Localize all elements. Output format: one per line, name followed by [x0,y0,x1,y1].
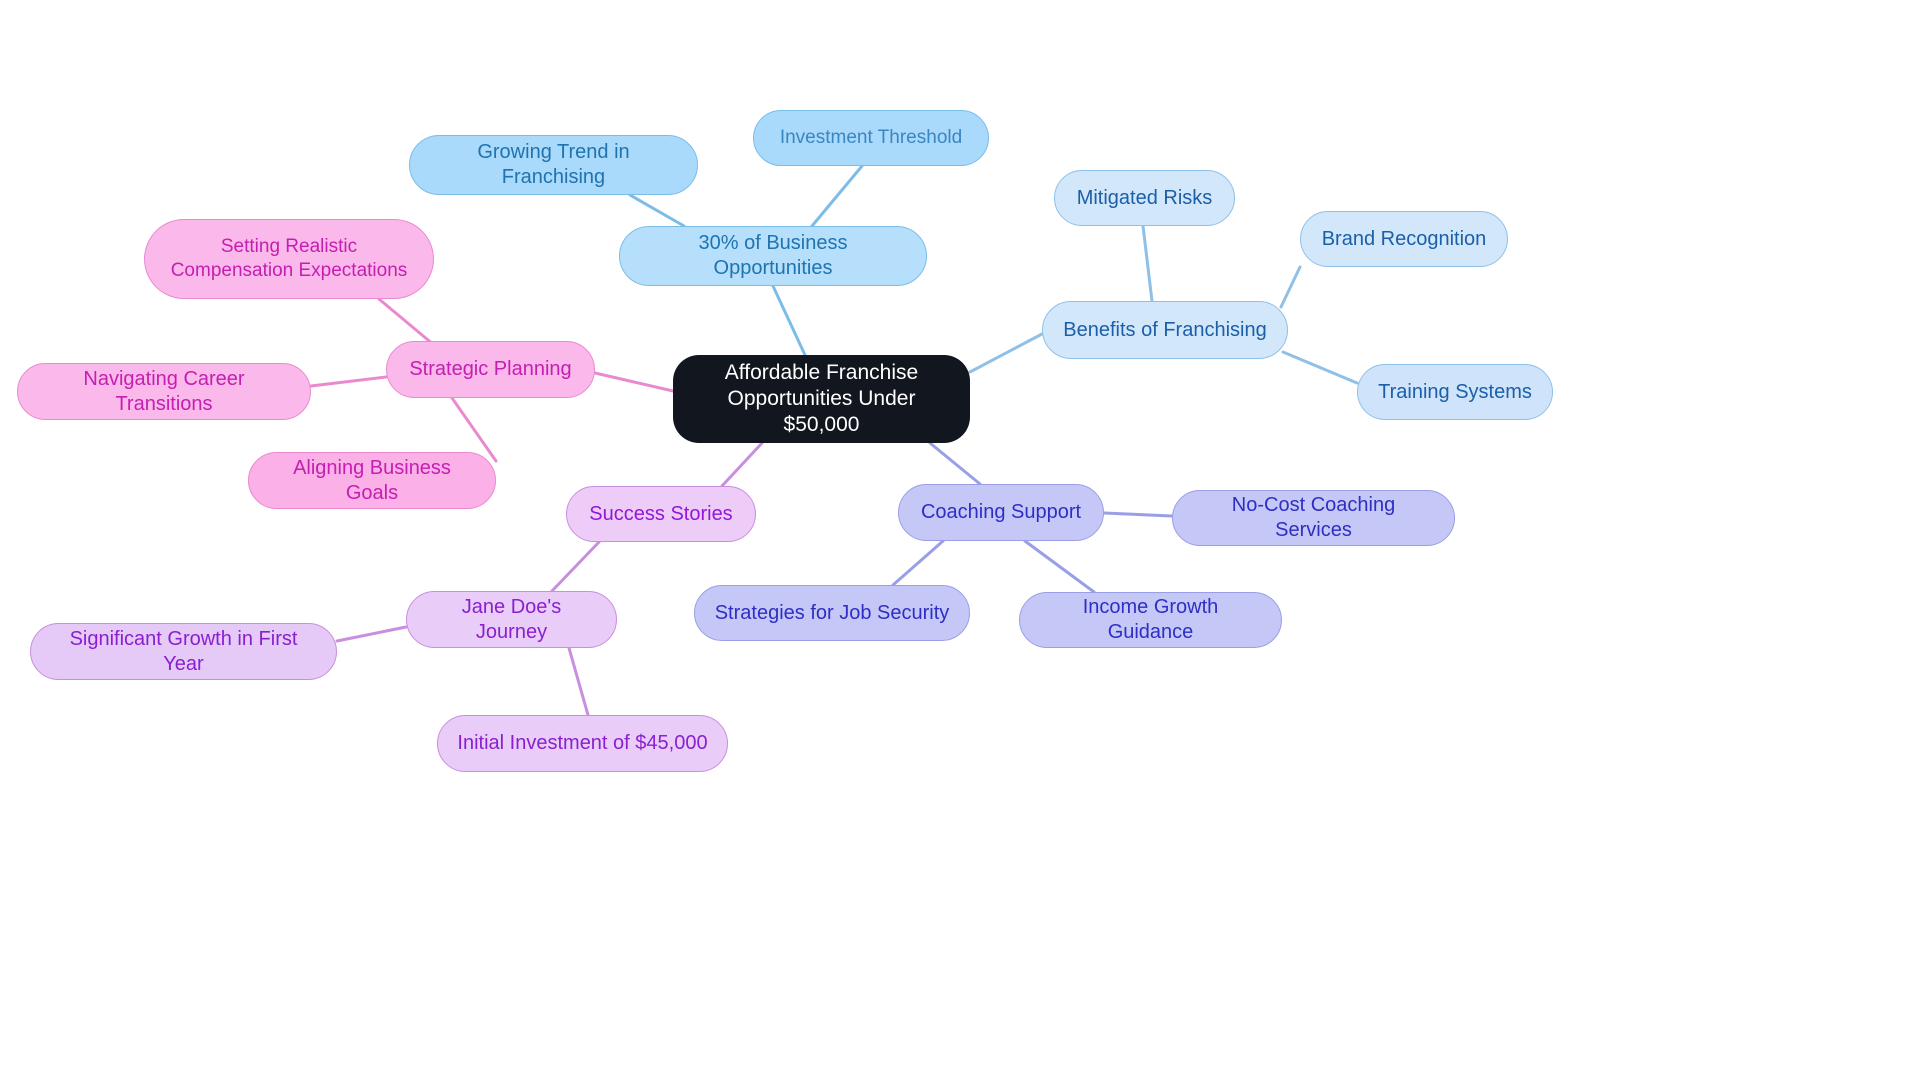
mindmap-node-success-stories[interactable]: Success Stories [566,486,756,542]
mindmap-node-label: Growing Trend in Franchising [477,141,630,188]
mindmap-edge-jane-doe-to-significant-growth [335,625,408,643]
mindmap-edge-benefits-to-mitigated-risks [1141,224,1154,303]
mindmap-node-label: Navigating Career Transitions [83,367,245,415]
mindmap-node-label: Coaching Support [920,501,1082,523]
mindmap-edge-coaching-support-to-no-cost-coaching [1102,511,1174,518]
mindmap-canvas: 30% of Business Opportunities Growing Tre… [0,0,1920,1083]
mindmap-node-jane-doe[interactable]: Jane Doe's Journey [406,591,617,648]
mindmap-edge-strategic-planning-to-career-transitions [309,375,388,388]
mindmap-node-label: Benefits of Franchising [1063,318,1267,341]
mindmap-node-investment-threshold[interactable]: Investment Threshold [753,110,989,166]
mindmap-node-label: Strategic Planning [409,358,572,380]
mindmap-node-label: Affordable Franchise Opportunities Under… [724,360,919,437]
mindmap-node-job-security[interactable]: Strategies for Job Security [694,585,970,641]
mindmap-node-significant-growth[interactable]: Significant Growth in First Year [30,623,337,680]
mindmap-edge-coaching-support-to-job-security [891,539,945,587]
mindmap-edge-root-to-success-stories [720,441,764,488]
mindmap-node-strategic-planning[interactable]: Strategic Planning [386,341,595,398]
mindmap-node-no-cost-coaching[interactable]: No-Cost Coaching Services [1172,490,1455,546]
mindmap-node-benefits[interactable]: Benefits of Franchising [1042,301,1288,359]
mindmap-node-root[interactable]: Affordable Franchise Opportunities Under… [673,355,970,443]
mindmap-edge-coaching-support-to-income-growth [1023,539,1096,594]
mindmap-node-label: Brand Recognition [1321,227,1487,250]
mindmap-node-training-systems[interactable]: Training Systems [1357,364,1553,420]
mindmap-node-growing-trend[interactable]: Growing Trend in Franchising [409,135,698,195]
mindmap-node-label: Initial Investment of $45,000 [457,732,708,754]
mindmap-node-brand-recognition[interactable]: Brand Recognition [1300,211,1508,267]
mindmap-node-career-transitions[interactable]: Navigating Career Transitions [17,363,311,420]
mindmap-node-initial-investment[interactable]: Initial Investment of $45,000 [437,715,728,772]
mindmap-edge-benefits-to-training-systems [1281,350,1359,385]
mindmap-node-coaching-support[interactable]: Coaching Support [898,484,1104,541]
mindmap-edge-benefits-to-brand-recognition [1279,265,1302,309]
mindmap-edge-strategic-planning-to-compensation-expectations [377,297,436,347]
mindmap-node-label: Strategies for Job Security [714,601,950,624]
mindmap-node-label: Jane Doe's Journey [461,595,562,643]
mindmap-node-label: Aligning Business Goals [293,456,451,504]
mindmap-node-label: Success Stories [589,502,733,525]
mindmap-node-label: Significant Growth in First Year [69,627,298,675]
mindmap-edge-success-stories-to-jane-doe [550,540,601,593]
mindmap-edge-root-to-benefits [968,332,1044,374]
mindmap-node-compensation-expectations[interactable]: Setting Realistic Compensation Expectati… [144,219,434,299]
mindmap-node-label: No-Cost Coaching Services [1231,494,1396,541]
mindmap-edge-business-opportunities-to-growing-trend [628,193,686,228]
mindmap-node-label: Setting Realistic Compensation Expectati… [170,236,408,281]
mindmap-node-aligning-goals[interactable]: Aligning Business Goals [248,452,496,509]
mindmap-node-mitigated-risks[interactable]: Mitigated Risks [1054,170,1235,226]
mindmap-node-label: Training Systems [1378,380,1532,403]
mindmap-node-income-growth[interactable]: Income Growth Guidance [1019,592,1282,648]
mindmap-node-label: 30% of Business Opportunities [698,232,848,279]
mindmap-edge-jane-doe-to-initial-investment [567,646,590,717]
mindmap-edge-business-opportunities-to-investment-threshold [810,164,864,228]
mindmap-edge-root-to-strategic-planning [593,371,675,393]
mindmap-node-business-opportunities[interactable]: 30% of Business Opportunities [619,226,927,286]
mindmap-edge-root-to-coaching-support [928,441,982,486]
mindmap-node-label: Mitigated Risks [1076,186,1213,209]
mindmap-node-label: Income Growth Guidance [1082,596,1219,643]
mindmap-node-label: Investment Threshold [779,127,963,149]
mindmap-edge-root-to-business-opportunities [771,284,807,357]
